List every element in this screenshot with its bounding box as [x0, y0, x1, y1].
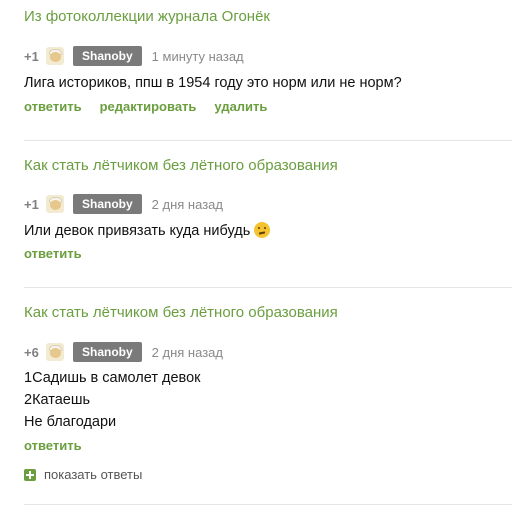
reply-link[interactable]: ответить [24, 99, 82, 114]
comment-2-meta: +1 Shanoby 2 дня назад [24, 193, 512, 215]
username-badge[interactable]: Shanoby [73, 46, 142, 66]
edit-link[interactable]: редактировать [100, 99, 197, 114]
comment-time[interactable]: 2 дня назад [152, 345, 223, 360]
delete-link[interactable]: удалить [214, 99, 267, 114]
comment-time[interactable]: 2 дня назад [152, 197, 223, 212]
post-title-link[interactable]: Как стать лётчиком без лётного образован… [24, 304, 512, 321]
username-badge[interactable]: Shanoby [73, 342, 142, 362]
comment-text: Не благодари [24, 414, 117, 430]
user-avatar-icon[interactable] [46, 343, 64, 361]
username-badge[interactable]: Shanoby [73, 194, 142, 214]
comment-text: Лига историков, ппш в 1954 году это норм… [24, 75, 402, 91]
plus-square-icon[interactable] [24, 468, 36, 481]
show-replies-button[interactable]: показать ответы [24, 467, 512, 482]
show-replies-label[interactable]: показать ответы [44, 467, 142, 482]
comment-text: Или девок привязать куда нибудь [24, 223, 251, 239]
divider [24, 140, 512, 141]
comment-1-meta: +1 Shanoby 1 минуту назад [24, 45, 512, 67]
comment-2-body: Или девок привязать куда нибудь [24, 220, 512, 242]
divider [24, 287, 512, 288]
comment-1-actions: ответить редактировать удалить [24, 99, 512, 114]
show-replies: показать ответы [24, 467, 512, 482]
user-avatar-icon[interactable] [46, 195, 64, 213]
divider [24, 504, 512, 505]
comment-2: Как стать лётчиком без лётного образован… [24, 157, 512, 174]
comment-3-meta: +6 Shanoby 2 дня назад [24, 341, 512, 363]
comment-text: 2Катаешь [24, 392, 91, 408]
post-title-link[interactable]: Из фотоколлекции журнала Огонёк [24, 8, 512, 25]
comment-3: Как стать лётчиком без лётного образован… [24, 304, 512, 321]
rating: +1 [24, 196, 39, 212]
reply-link[interactable]: ответить [24, 438, 82, 453]
comment-text-line: Или девок привязать куда нибудь [24, 220, 512, 242]
reply-link[interactable]: ответить [24, 246, 82, 261]
comment-3-body: 1Садишь в самолет девок 2Катаешь Не благ… [24, 367, 512, 433]
post-title-link[interactable]: Как стать лётчиком без лётного образован… [24, 157, 512, 174]
rating: +6 [24, 344, 39, 360]
user-avatar-icon[interactable] [46, 47, 64, 65]
comment-2-actions: ответить [24, 246, 512, 261]
comment-1-body: Лига историков, ппш в 1954 году это норм… [24, 72, 512, 94]
comment-3-actions: ответить [24, 438, 512, 453]
comment-text: 1Садишь в самолет девок [24, 370, 201, 386]
rating: +1 [24, 48, 39, 64]
comment-time[interactable]: 1 минуту назад [152, 49, 244, 64]
comment-1: Из фотоколлекции журнала Огонёк [24, 8, 512, 25]
thinking-face-emoji-icon [254, 222, 271, 238]
